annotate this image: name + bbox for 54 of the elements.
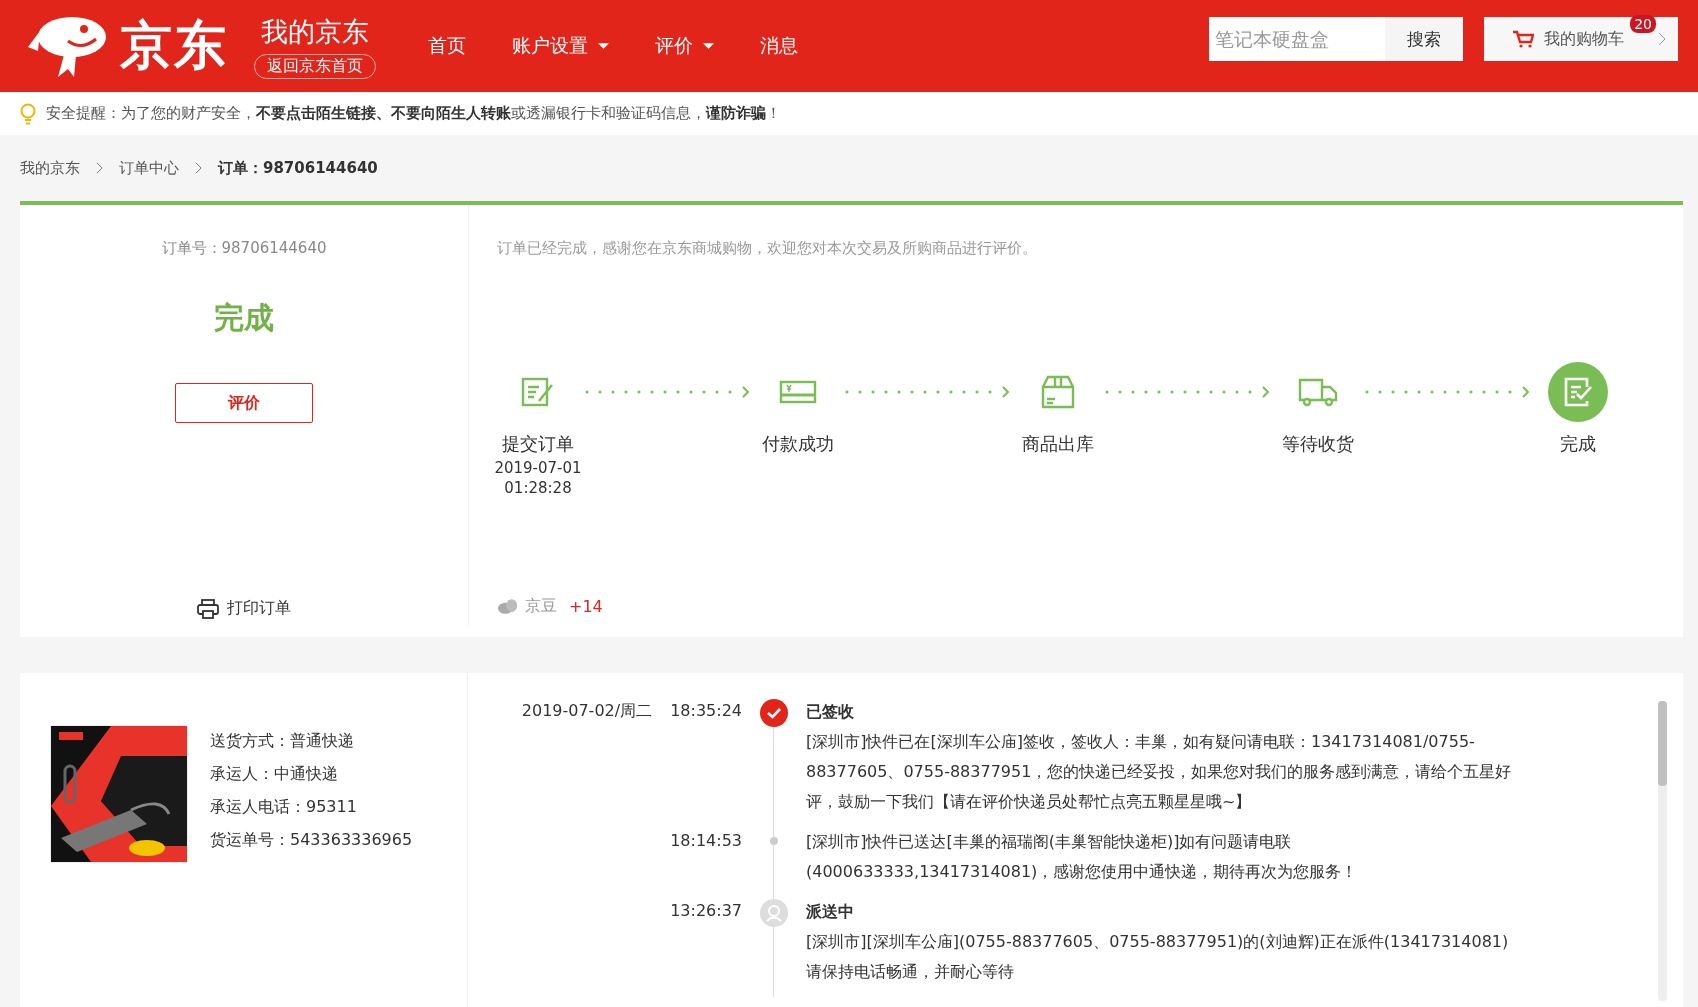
check-circle-icon — [760, 699, 788, 727]
event-time: 13:26:37 — [670, 901, 742, 922]
event-status: 已签收 — [806, 701, 855, 723]
search-field[interactable]: 笔记本硬盘盒 — [1209, 17, 1385, 61]
order-number: 订单号：98706144640 — [161, 239, 327, 258]
page-title: 我的京东 — [261, 14, 369, 49]
printer-icon — [197, 598, 219, 619]
nav-link[interactable]: 评价 — [655, 33, 714, 59]
event-description: [深圳市]快件已在[深圳车公庙]签收，签收人：丰巢，如有疑问请电联：13417314081/0755-88377605、0755-88377951，您的快递已经妥投，如果您对我们的服务感到满意，请给个五星好评，鼓励一下我们【请在评价快递员处帮忙点亮五颗星星哦~】 — [806, 731, 1513, 813]
chevron-right-icon — [96, 162, 103, 174]
step-label: 提交订单 — [502, 432, 574, 456]
order-message: 订单已经完成，感谢您在京东商城购物，欢迎您对本次交易及所购商品进行评价。 — [497, 239, 1038, 258]
breadcrumb-link[interactable]: 订单：98706144640 — [218, 158, 378, 178]
scrollbar[interactable] — [1658, 701, 1667, 1001]
beans-label: 京豆 — [525, 596, 557, 617]
shipping-detail: 承运人电话：95311 — [210, 797, 358, 818]
chevron-right-icon — [1658, 32, 1666, 46]
chevron-right-icon — [195, 162, 202, 174]
logo-wordmark[interactable]: 京东 — [120, 11, 228, 81]
event-description: [深圳市]快件已送达[丰巢的福瑞阁(丰巢智能快递柜)]如有问题请电联(4000633333,13417314081)，感谢您使用中通快递，期待再次为您服务！ — [806, 831, 1359, 883]
step-label: 付款成功 — [762, 432, 834, 456]
step-date: 2019-07-01 — [494, 460, 582, 476]
step-label: 商品出库 — [1022, 432, 1094, 456]
event-time: 18:14:53 — [670, 831, 742, 852]
breadcrumb-link[interactable]: 我的京东 — [20, 158, 80, 178]
step-label: 等待收货 — [1282, 432, 1354, 456]
breadcrumb-link[interactable]: 订单中心 — [119, 158, 179, 178]
search-button[interactable]: 搜索 — [1385, 17, 1463, 61]
nav-link[interactable]: 账户设置 — [512, 33, 609, 59]
cart-button[interactable]: 我的购物车 20 — [1484, 17, 1678, 61]
order-status: 完成 — [214, 299, 274, 337]
print-order-link[interactable]: 打印订单 — [197, 598, 291, 619]
cart-count-badge: 20 — [1630, 15, 1656, 33]
event-status: 派送中 — [806, 901, 855, 923]
shipping-detail: 送货方式：普通快递 — [210, 731, 355, 752]
nav-link[interactable]: 首页 — [428, 33, 466, 59]
nav-link[interactable]: 消息 — [760, 33, 798, 59]
lightbulb-icon — [20, 102, 36, 125]
shipping-detail: 承运人：中通快递 — [210, 764, 339, 785]
timeline-dot — [770, 837, 778, 845]
step-label: 完成 — [1560, 432, 1596, 456]
cart-icon — [1512, 30, 1534, 48]
beans-value: +14 — [569, 597, 603, 616]
event-time: 18:35:24 — [670, 701, 742, 722]
event-date: 2019-07-02/周二 — [521, 701, 653, 722]
checked-document-icon — [1563, 377, 1593, 407]
review-button[interactable]: 评价 — [175, 383, 313, 423]
shipping-detail: 货运单号：543363336965 — [210, 830, 413, 851]
security-notice: 安全提醒：为了您的财产安全，不要点击陌生链接、不要向陌生人转账或透漏银行卡和验证码信息，谨防诈骗！ — [46, 104, 781, 123]
event-description: [深圳市][深圳车公庙](0755-88377605、0755-88377951)的(刘迪辉)正在派件(13417314081)请保持电话畅通，并耐心等待 — [806, 931, 1510, 983]
beans-icon — [497, 598, 519, 615]
caret-icon — [703, 42, 714, 50]
step-time: 01:28:28 — [504, 480, 572, 496]
caret-icon — [598, 42, 609, 50]
